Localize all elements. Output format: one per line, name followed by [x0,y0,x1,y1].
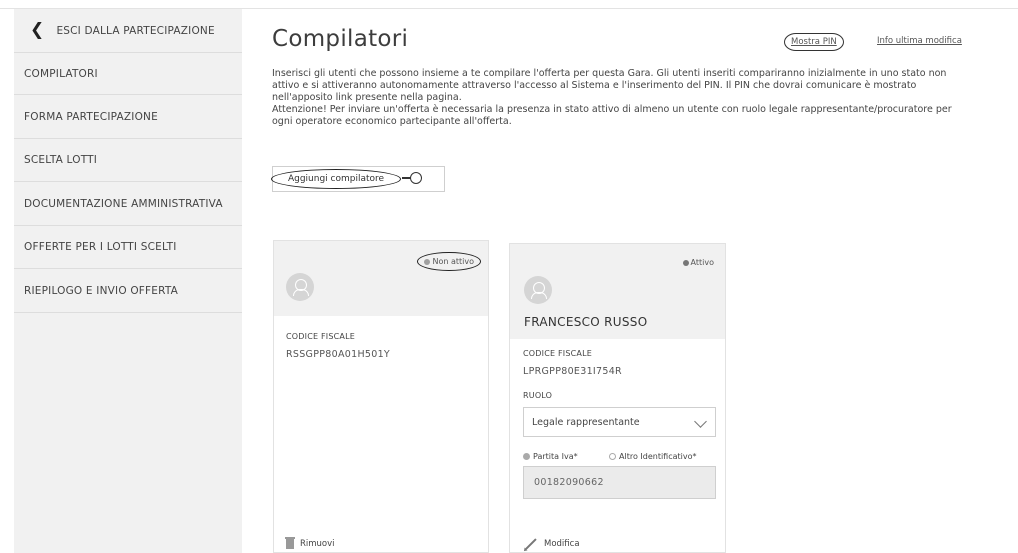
intro-text: Inserisci gli utenti che possono insieme… [272,68,972,128]
role-select[interactable]: Legale rappresentante [523,407,716,437]
edit-label: Modifica [544,539,580,549]
remove-button[interactable]: Rimuovi [285,537,335,549]
status-label: Attivo [690,258,714,267]
card-header: Attivo FRANCESCO RUSSO [510,244,725,339]
sidebar-item-label: SCELTA LOTTI [24,154,98,166]
chevron-left-icon: ❮ [30,20,45,40]
exit-participation-label: ESCI DALLA PARTECIPAZIONE [56,24,215,37]
avatar-icon [524,276,552,304]
plus-circle-icon [402,172,422,184]
card-header: Non attivo [274,241,488,316]
radio-altro-identificativo-label: Altro Identificativo* [619,452,697,461]
remove-label: Rimuovi [300,539,335,549]
sidebar-item-riepilogo-invio[interactable]: RIEPILOGO E INVIO OFFERTA [14,269,242,313]
sidebar: ❮ ESCI DALLA PARTECIPAZIONE COMPILATORI … [14,9,242,553]
radio-altro-identificativo[interactable]: Altro Identificativo* [609,452,697,461]
sidebar-item-label: DOCUMENTAZIONE AMMINISTRATIVA [24,197,223,210]
intro-paragraph: Inserisci gli utenti che possono insieme… [272,68,947,103]
page-title: Compilatori [272,26,409,52]
sidebar-item-label: RIEPILOGO E INVIO OFFERTA [24,284,179,297]
fiscal-code-label: CODICE FISCALE [523,349,592,358]
sidebar-item-label: COMPILATORI [24,67,98,80]
pencil-icon [525,538,537,550]
status-dot-icon [682,259,689,266]
compiler-card-active: Attivo FRANCESCO RUSSO CODICE FISCALE LP… [509,243,726,553]
intro-warning: Attenzione! Per inviare un'offerta è nec… [272,104,952,127]
show-pin-link[interactable]: Mostra PIN [784,33,844,51]
sidebar-item-offerte-lotti[interactable]: OFFERTE PER I LOTTI SCELTI [14,226,242,269]
compiler-card-inactive: Non attivo CODICE FISCALE RSSGPP80A01H50… [273,240,489,553]
fiscal-code-label: CODICE FISCALE [286,332,355,341]
fiscal-code-value: RSSGPP80A01H501Y [286,349,391,360]
radio-partita-iva-label: Partita Iva* [533,452,578,461]
sidebar-item-documentazione-amministrativa[interactable]: DOCUMENTAZIONE AMMINISTRATIVA [14,182,242,226]
sidebar-item-label: OFFERTE PER I LOTTI SCELTI [24,241,177,253]
vat-number-field[interactable]: 00182090662 [523,466,716,499]
trash-icon [285,537,295,549]
radio-partita-iva[interactable]: Partita Iva* [523,452,578,461]
edit-button[interactable]: Modifica [524,538,580,550]
status-badge: Attivo [682,258,714,267]
sidebar-item-compilatori[interactable]: COMPILATORI [14,53,242,95]
last-edit-info-link[interactable]: Info ultima modifica [877,36,962,46]
add-compiler-label: Aggiungi compilatore [271,169,401,189]
sidebar-item-scelta-lotti[interactable]: SCELTA LOTTI [14,139,242,182]
status-badge: Non attivo [417,252,481,271]
role-selected-value: Legale rappresentante [532,416,640,428]
chevron-down-icon [694,415,707,428]
radio-unselected-icon [609,453,616,460]
compiler-name: FRANCESCO RUSSO [524,315,648,329]
exit-participation-link[interactable]: ❮ ESCI DALLA PARTECIPAZIONE [14,9,242,53]
sidebar-item-label: FORMA PARTECIPAZIONE [24,110,158,123]
add-compiler-button[interactable]: Aggiungi compilatore [271,166,445,192]
radio-selected-icon [523,453,530,460]
avatar-icon [286,273,314,301]
sidebar-item-forma-partecipazione[interactable]: FORMA PARTECIPAZIONE [14,95,242,139]
status-dot-icon [424,258,431,265]
status-label: Non attivo [432,257,474,266]
fiscal-code-value: LPRGPP80E31I754R [523,366,622,377]
role-label: RUOLO [523,391,553,400]
